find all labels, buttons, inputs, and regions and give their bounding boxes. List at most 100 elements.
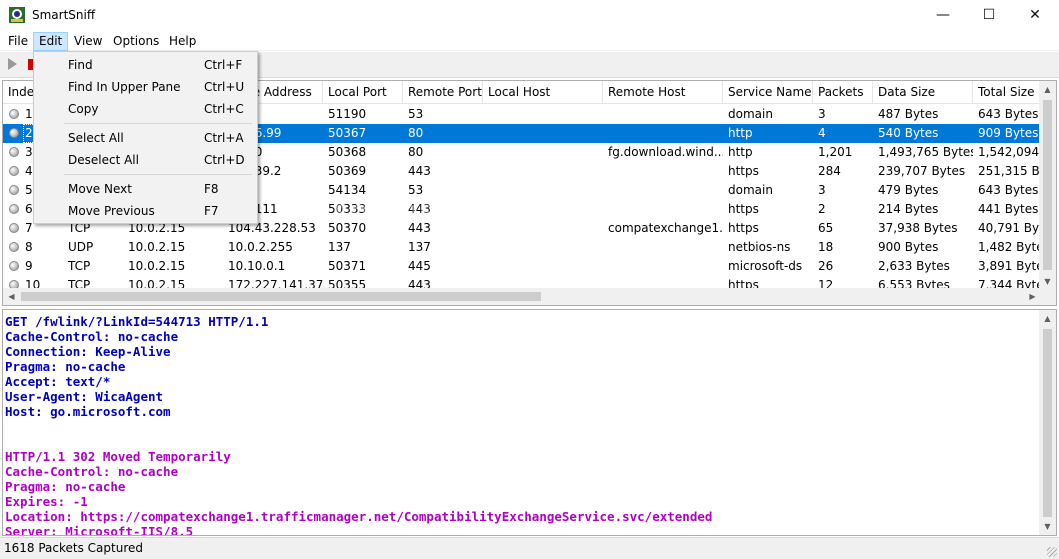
- upper-horizontal-scrollbar[interactable]: ◀ ▶: [3, 288, 1041, 305]
- request-line: GET /fwlink/?LinkId=544713 HTTP/1.1: [5, 314, 269, 329]
- lower-vertical-scrollbar[interactable]: ▲ ▼: [1039, 310, 1056, 535]
- cell-data-size: 479 Bytes: [878, 183, 939, 197]
- column-header-local-host[interactable]: Local Host: [483, 81, 603, 104]
- packet-content-text: GET /fwlink/?LinkId=544713 HTTP/1.1 Cach…: [5, 314, 1035, 536]
- minimize-button[interactable]: —: [920, 0, 966, 30]
- cell-service: https: [728, 164, 759, 178]
- cell-local-host: [483, 124, 603, 143]
- maximize-button[interactable]: ☐: [966, 0, 1012, 30]
- title-bar: SmartSniff — ☐ ✕: [0, 0, 1059, 30]
- table-row[interactable]: 8 UDP 10.0.2.15 10.0.2.255 137 137 netbi…: [3, 238, 1043, 257]
- menu-item-shortcut: Ctrl+D: [204, 153, 245, 167]
- table-row[interactable]: 9 TCP 10.0.2.15 10.10.0.1 50371 445 micr…: [3, 257, 1043, 276]
- cell-local-address: 10.0.2.15: [128, 259, 186, 273]
- scroll-left-icon[interactable]: ◀: [3, 288, 20, 305]
- menu-item-label: Find: [68, 58, 93, 72]
- menu-item-label: Select All: [68, 131, 124, 145]
- resize-grip-icon[interactable]: [1047, 547, 1057, 557]
- connection-status-icon: [9, 242, 19, 252]
- cell-service: domain: [728, 183, 773, 197]
- cell-remote-host: compatexchange1....: [608, 221, 723, 235]
- connection-status-icon: [9, 147, 19, 157]
- cell-data-size: 37,938 Bytes: [878, 221, 958, 235]
- scroll-up-icon[interactable]: ▲: [1039, 81, 1056, 98]
- cell-local-port: 51190: [328, 107, 367, 121]
- cell-data-size: 239,707 Bytes: [878, 164, 966, 178]
- menu-item-move-next[interactable]: Move Next F8: [36, 178, 255, 200]
- cell-remote-port: 53: [408, 107, 424, 121]
- column-header-data-size[interactable]: Data Size: [873, 81, 973, 104]
- cell-local-host: [483, 200, 603, 219]
- cell-service: https: [728, 202, 759, 216]
- status-bar: 1618 Packets Captured: [0, 537, 1059, 559]
- cell-remote-port: 443: [408, 164, 431, 178]
- cell-remote-host: fg.download.wind...: [608, 145, 723, 159]
- scroll-down-icon[interactable]: ▼: [1039, 518, 1056, 535]
- response-line: Cache-Control: no-cache: [5, 464, 179, 479]
- column-header-remote-host[interactable]: Remote Host: [603, 81, 723, 104]
- menu-view[interactable]: View: [69, 32, 107, 51]
- cell-data-size: 214 Bytes: [878, 202, 939, 216]
- request-line: Cache-Control: no-cache: [5, 329, 179, 344]
- scroll-corner: [1039, 288, 1056, 305]
- packet-content-pane[interactable]: GET /fwlink/?LinkId=544713 HTTP/1.1 Cach…: [2, 309, 1057, 536]
- response-line: Location: https://compatexchange1.traffi…: [5, 509, 713, 524]
- menu-item-deselect-all[interactable]: Deselect All Ctrl+D: [36, 149, 255, 171]
- column-header-total-size[interactable]: Total Size: [973, 81, 1043, 104]
- cell-service: http: [728, 145, 753, 159]
- connection-status-icon: [9, 166, 19, 176]
- cell-index: 9: [25, 259, 33, 273]
- cell-local-port: 50369: [328, 164, 367, 178]
- cell-local-host: [483, 143, 603, 162]
- menu-item-shortcut: F7: [204, 204, 219, 218]
- cell-packets: 26: [818, 259, 834, 273]
- cell-data-size: 1,493,765 Bytes: [878, 145, 973, 159]
- scroll-thumb[interactable]: [1043, 100, 1052, 270]
- close-icon: ✕: [1029, 7, 1041, 23]
- menu-help[interactable]: Help: [164, 32, 201, 51]
- menu-item-label: Move Next: [68, 182, 132, 196]
- watermark-logo: SOFTPEDIA: [333, 202, 482, 227]
- packets-captured-status: 1618 Packets Captured: [4, 541, 144, 555]
- cell-total-size: 251,315 Byte: [978, 164, 1043, 178]
- menu-item-find-in-upper-pane[interactable]: Find In Upper Pane Ctrl+U: [36, 76, 255, 98]
- cell-packets: 3: [818, 183, 826, 197]
- menu-item-move-previous[interactable]: Move Previous F7: [36, 200, 255, 222]
- upper-vertical-scrollbar[interactable]: ▲ ▼: [1039, 81, 1056, 290]
- scroll-thumb[interactable]: [1043, 329, 1052, 517]
- cell-protocol: UDP: [68, 240, 94, 254]
- column-header-remote-port[interactable]: Remote Port: [403, 81, 483, 104]
- menu-item-copy[interactable]: Copy Ctrl+C: [36, 98, 255, 120]
- menu-edit[interactable]: Edit: [33, 32, 69, 51]
- start-capture-icon[interactable]: [8, 58, 17, 70]
- menu-item-label: Deselect All: [68, 153, 139, 167]
- cell-total-size: 3,891 Bytes: [978, 259, 1043, 273]
- request-line: Accept: text/*: [5, 374, 111, 389]
- close-button[interactable]: ✕: [1012, 0, 1058, 30]
- response-line: Expires: -1: [5, 494, 88, 509]
- cell-local-host: [483, 162, 603, 181]
- menu-file[interactable]: File: [3, 32, 33, 51]
- scroll-up-icon[interactable]: ▲: [1039, 310, 1056, 327]
- connection-status-icon: [9, 204, 19, 214]
- column-header-service-name[interactable]: Service Name: [723, 81, 813, 104]
- column-header-packets[interactable]: Packets: [813, 81, 873, 104]
- menu-item-label: Copy: [68, 102, 99, 116]
- maximize-icon: ☐: [982, 7, 996, 23]
- cell-total-size: 643 Bytes: [978, 183, 1039, 197]
- menu-item-find[interactable]: Find Ctrl+F: [36, 54, 255, 76]
- column-header-local-port[interactable]: Local Port: [323, 81, 403, 104]
- cell-total-size: 1,542,094 By: [978, 145, 1043, 159]
- scroll-thumb[interactable]: [21, 292, 541, 301]
- cell-remote-host: [603, 181, 723, 200]
- menu-item-shortcut: Ctrl+A: [204, 131, 244, 145]
- app-icon: [9, 7, 25, 23]
- response-line: Server: Microsoft-IIS/8.5: [5, 524, 194, 536]
- menu-item-select-all[interactable]: Select All Ctrl+A: [36, 127, 255, 149]
- cell-protocol: TCP: [68, 259, 91, 273]
- cell-packets: 1,201: [818, 145, 853, 159]
- menu-options[interactable]: Options: [108, 32, 164, 51]
- edit-menu-dropdown: Find Ctrl+F Find In Upper Pane Ctrl+U Co…: [33, 51, 258, 224]
- request-line: Pragma: no-cache: [5, 359, 126, 374]
